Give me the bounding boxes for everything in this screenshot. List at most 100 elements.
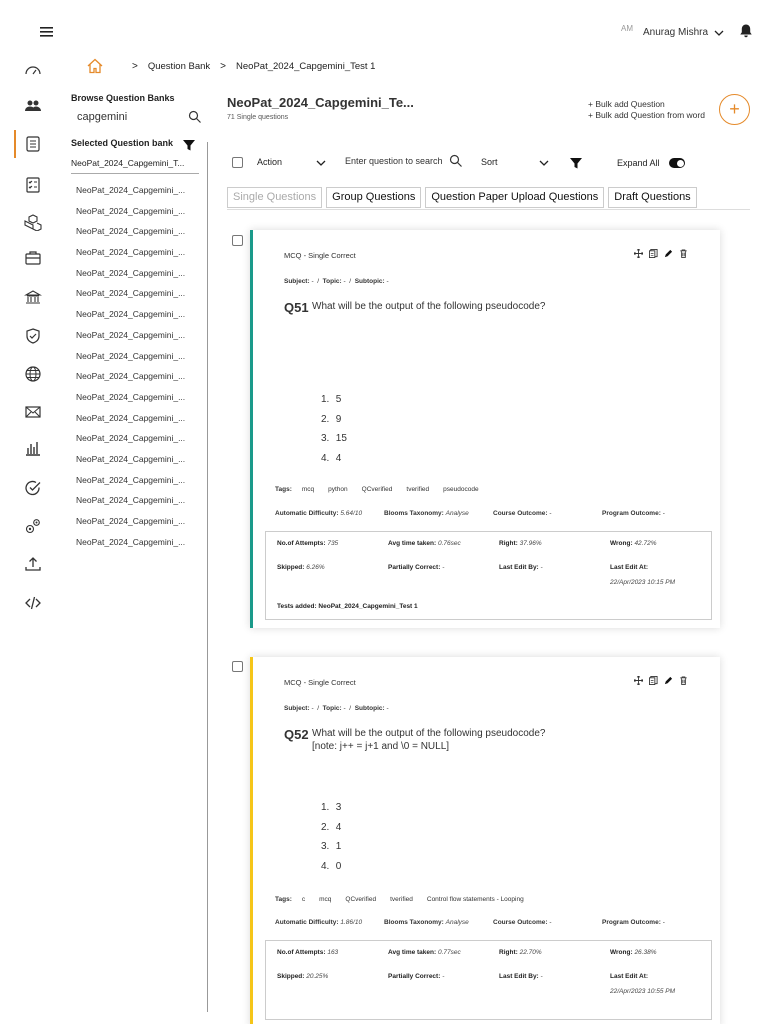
- selected-bank-value[interactable]: NeoPat_2024_Capgemini_T...: [71, 158, 199, 174]
- search-icon[interactable]: [449, 154, 463, 168]
- option-item: 1. 3: [321, 802, 342, 813]
- dashboard-gauge-icon[interactable]: [22, 59, 44, 81]
- tab-paper-upload-questions[interactable]: Question Paper Upload Questions: [425, 187, 605, 208]
- tab-draft-questions[interactable]: Draft Questions: [608, 187, 697, 208]
- tag: QCverified: [345, 896, 377, 903]
- program-outcome-label: Program Outcome:: [602, 510, 661, 517]
- chevron-down-icon[interactable]: [713, 27, 725, 39]
- code-icon[interactable]: [22, 592, 44, 614]
- question-bank-icon[interactable]: [22, 133, 44, 155]
- question-meta: Subject: - / Topic: - / Subtopic: -: [284, 705, 389, 712]
- auto-difficulty-label: Automatic Difficulty:: [275, 510, 339, 517]
- breadcrumb-current[interactable]: NeoPat_2024_Capgemini_Test 1: [236, 61, 375, 72]
- breadcrumb-question-bank[interactable]: Question Bank: [148, 61, 210, 72]
- tab-single-questions[interactable]: Single Questions: [227, 187, 323, 208]
- tags-label: Tags:: [275, 486, 292, 493]
- shield-check-icon[interactable]: [22, 325, 44, 347]
- sort-dropdown[interactable]: Sort: [481, 157, 498, 167]
- delete-icon[interactable]: [679, 676, 688, 685]
- bank-list-item[interactable]: NeoPat_2024_Capgemini_...: [76, 387, 194, 408]
- mail-icon[interactable]: [22, 401, 44, 423]
- bank-list-item[interactable]: NeoPat_2024_Capgemini_...: [76, 449, 194, 470]
- check-circle-icon[interactable]: [22, 477, 44, 499]
- tag: QCverified: [361, 486, 393, 493]
- question-note: [note: j++ = j+1 and \0 = NULL]: [312, 741, 450, 752]
- chevron-down-icon[interactable]: [538, 157, 550, 169]
- bank-list-item[interactable]: NeoPat_2024_Capgemini_...: [76, 325, 194, 346]
- bank-list-item[interactable]: NeoPat_2024_Capgemini_...: [76, 283, 194, 304]
- bank-search-value[interactable]: capgemini: [77, 111, 127, 123]
- institution-icon[interactable]: [22, 286, 44, 308]
- attempts-label: No.of Attempts:: [277, 949, 326, 956]
- question-card: MCQ - Single Correct Subject: - / Topic:…: [250, 230, 720, 628]
- globe-icon[interactable]: [22, 363, 44, 385]
- question-checkbox[interactable]: [232, 661, 243, 672]
- search-icon[interactable]: [188, 110, 202, 124]
- skipped-label: Skipped:: [277, 973, 305, 980]
- subject-value: -: [311, 278, 314, 285]
- add-question-button[interactable]: +: [719, 94, 750, 125]
- topic-value: -: [343, 278, 346, 285]
- bank-list-item[interactable]: NeoPat_2024_Capgemini_...: [76, 242, 194, 263]
- bulk-add-word-link[interactable]: + Bulk add Question from word: [588, 110, 705, 121]
- tab-group-questions[interactable]: Group Questions: [326, 187, 422, 208]
- users-icon[interactable]: [22, 95, 44, 117]
- avatar-initials[interactable]: AM: [621, 24, 633, 33]
- bank-list-item[interactable]: NeoPat_2024_Capgemini_...: [76, 428, 194, 449]
- expand-all-toggle[interactable]: [669, 158, 685, 168]
- bell-icon[interactable]: [738, 23, 754, 39]
- last-edit-at-label: Last Edit At:: [610, 973, 649, 980]
- select-all-checkbox[interactable]: [232, 157, 243, 168]
- program-outcome-value: -: [662, 919, 665, 926]
- skipped-value: 20.25%: [306, 973, 329, 980]
- delete-icon[interactable]: [679, 249, 688, 258]
- bank-list-item[interactable]: NeoPat_2024_Capgemini_...: [76, 201, 194, 222]
- copy-icon[interactable]: [649, 249, 658, 258]
- avg-time-value: 0.77sec: [437, 949, 461, 956]
- bank-list-item[interactable]: NeoPat_2024_Capgemini_...: [76, 346, 194, 367]
- settings-gears-icon[interactable]: [22, 515, 44, 537]
- skipped-label: Skipped:: [277, 564, 305, 571]
- bank-list-item[interactable]: NeoPat_2024_Capgemini_...: [76, 408, 194, 429]
- bank-list-item[interactable]: NeoPat_2024_Capgemini_...: [76, 511, 194, 532]
- user-name[interactable]: Anurag Mishra: [643, 27, 708, 38]
- filter-icon[interactable]: [569, 156, 583, 170]
- bank-search-input[interactable]: capgemini: [71, 108, 202, 128]
- bank-list-item[interactable]: NeoPat_2024_Capgemini_...: [76, 221, 194, 242]
- copy-icon[interactable]: [649, 676, 658, 685]
- question-text-line: What will be the output of the following…: [312, 728, 546, 739]
- bar-chart-icon[interactable]: [22, 437, 44, 459]
- bank-list-item[interactable]: NeoPat_2024_Capgemini_...: [76, 180, 194, 201]
- bulk-add-question-link[interactable]: + Bulk add Question: [588, 99, 705, 110]
- right-value: 22.70%: [519, 949, 542, 956]
- briefcase-icon[interactable]: [22, 247, 44, 269]
- bank-list-item[interactable]: NeoPat_2024_Capgemini_...: [76, 470, 194, 491]
- chevron-down-icon[interactable]: [315, 157, 327, 169]
- edit-pencil-icon[interactable]: [664, 676, 673, 685]
- partial-value: -: [442, 973, 445, 980]
- blooms-value: Analyse: [445, 919, 469, 926]
- topic-label: Topic:: [322, 705, 342, 712]
- bank-list-item[interactable]: NeoPat_2024_Capgemini_...: [76, 304, 194, 325]
- question-text: What will be the output of the following…: [312, 301, 546, 312]
- tag: pseudocode: [443, 486, 479, 493]
- partial-label: Partially Correct:: [388, 973, 441, 980]
- bank-list-item[interactable]: NeoPat_2024_Capgemini_...: [76, 532, 194, 553]
- bank-list-item[interactable]: NeoPat_2024_Capgemini_...: [76, 263, 194, 284]
- subject-label: Subject:: [284, 705, 310, 712]
- edit-pencil-icon[interactable]: [664, 249, 673, 258]
- cubes-icon[interactable]: [22, 211, 44, 233]
- filter-icon[interactable]: [182, 138, 196, 152]
- question-search-input[interactable]: Enter question to search: [345, 156, 445, 166]
- bank-list-item[interactable]: NeoPat_2024_Capgemini_...: [76, 366, 194, 387]
- last-edit-by-value: -: [540, 564, 543, 571]
- home-icon[interactable]: [86, 57, 104, 75]
- question-meta: Subject: - / Topic: - / Subtopic: -: [284, 278, 389, 285]
- bank-list-item[interactable]: NeoPat_2024_Capgemini_...: [76, 490, 194, 511]
- move-icon[interactable]: [634, 249, 643, 258]
- upload-icon[interactable]: [22, 553, 44, 575]
- action-dropdown[interactable]: Action: [257, 157, 282, 167]
- move-icon[interactable]: [634, 676, 643, 685]
- question-checkbox[interactable]: [232, 235, 243, 246]
- checklist-icon[interactable]: [22, 174, 44, 196]
